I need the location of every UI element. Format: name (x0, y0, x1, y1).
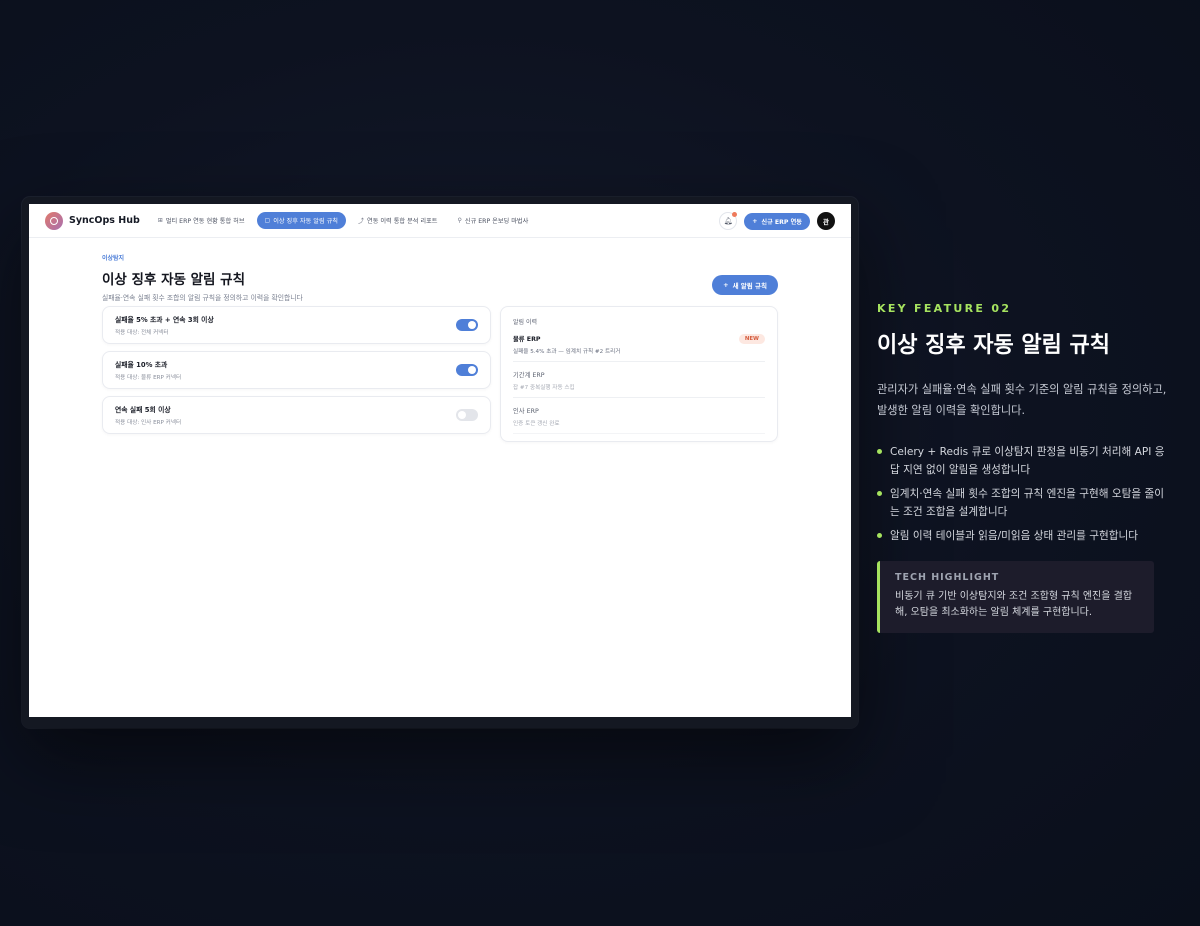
app-screen: SyncOps Hub ⊞ 멀티 ERP 연동 현황 통합 허브 ▢ 이상 징후… (29, 204, 851, 717)
tab-onboarding-wizard[interactable]: ⚲ 신규 ERP 온보딩 마법사 (450, 212, 537, 229)
history-item-name: 인사 ERP (513, 408, 539, 415)
page-title: 이상 징후 자동 알림 규칙 (102, 272, 245, 288)
plus-icon: + (752, 217, 758, 225)
history-item-desc: 실패율 5.4% 초과 — 임계치 규칙 #2 트리거 (513, 349, 621, 355)
page-eyebrow: 이상탐지 (102, 255, 125, 262)
history-item-name: 기간계 ERP (513, 372, 545, 379)
chart-icon: ⤴ (358, 218, 365, 225)
rule-name: 실패율 10% 초과 (115, 361, 168, 369)
notification-dot (732, 212, 738, 217)
history-item-desc: 인증 토큰 갱신 완료 (513, 421, 560, 427)
new-rule-label: 새 알림 규칙 (732, 282, 767, 290)
feature-bullets: Celery + Redis 큐로 이상탐지 판정을 비동기 처리해 API 응… (877, 443, 1167, 545)
tab-history-report[interactable]: ⤴ 연동 이력 통합 분석 리포트 (350, 212, 446, 229)
alert-history-panel: 알림 이력 물류 ERP 실패율 5.4% 초과 — 임계치 규칙 #2 트리거… (500, 306, 778, 442)
history-item[interactable]: 기간계 ERP 잡 #7 중복실행 자동 스킵 (513, 362, 765, 398)
bell-icon: 🔔︎ (723, 217, 733, 225)
rule-toggle[interactable] (456, 409, 478, 421)
page-subtitle: 실패율·연속 실패 횟수 조합의 알림 규칙을 정의하고 이력을 확인합니다 (102, 294, 303, 302)
connect-erp-button[interactable]: + 신규 ERP 연동 (744, 212, 810, 230)
feature-description: 관리자가 실패율·연속 실패 횟수 기준의 알림 규칙을 정의하고, 발생한 알… (877, 383, 1167, 417)
rule-toggle[interactable] (456, 319, 478, 331)
history-item-name: 물류 ERP (513, 336, 541, 343)
tab-anomaly-alert-rules[interactable]: ▢ 이상 징후 자동 알림 규칙 (256, 212, 346, 229)
rule-name: 연속 실패 5회 이상 (115, 406, 171, 414)
feature-bullet: 알림 이력 테이블과 읽음/미읽음 상태 관리를 구현합니다 (877, 527, 1167, 545)
tech-highlight-title: TECH HIGHLIGHT (895, 572, 1000, 583)
brand-logo-icon (45, 211, 63, 230)
rule-toggle[interactable] (456, 364, 478, 376)
feature-bullet: Celery + Redis 큐로 이상탐지 판정을 비동기 처리해 API 응… (877, 443, 1167, 479)
rule-card[interactable]: 실패율 5% 초과 + 연속 3회 이상 적용 대상: 전체 커넥터 (102, 306, 491, 344)
tab-label: 멀티 ERP 연동 현황 통합 허브 (165, 218, 245, 225)
rule-name: 실패율 5% 초과 + 연속 3회 이상 (115, 316, 214, 324)
tab-label: 연동 이력 통합 분석 리포트 (367, 218, 438, 225)
device-frame: SyncOps Hub ⊞ 멀티 ERP 연동 현황 통합 허브 ▢ 이상 징후… (22, 197, 858, 728)
connect-erp-label: 신규 ERP 연동 (761, 218, 802, 226)
nav-actions: 🔔︎ + 신규 ERP 연동 관 (719, 204, 835, 238)
plus-icon: + (723, 281, 729, 289)
grid-icon: ⊞ (157, 217, 163, 224)
page-content: 이상탐지 이상 징후 자동 알림 규칙 실패율·연속 실패 횟수 조합의 알림 … (102, 253, 778, 442)
nav-tabs: ⊞ 멀티 ERP 연동 현황 통합 허브 ▢ 이상 징후 자동 알림 규칙 ⤴ … (150, 212, 537, 229)
notification-button[interactable]: 🔔︎ (719, 212, 738, 230)
message-icon: ▢ (264, 217, 271, 224)
tab-label: 이상 징후 자동 알림 규칙 (273, 218, 338, 225)
rule-target: 적용 대상: 물류 ERP 커넥터 (115, 375, 182, 381)
top-navigation: SyncOps Hub ⊞ 멀티 ERP 연동 현황 통합 허브 ▢ 이상 징후… (29, 204, 851, 238)
history-item-desc: 잡 #7 중복실행 자동 스킵 (513, 385, 575, 391)
tab-erp-hub[interactable]: ⊞ 멀티 ERP 연동 현황 통합 허브 (150, 212, 253, 229)
rule-target: 적용 대상: 인사 ERP 커넥터 (115, 420, 182, 426)
tech-highlight-text: 비동기 큐 기반 이상탐지와 조건 조합형 규칙 엔진을 결합해, 오탐을 최소… (895, 591, 1133, 618)
feature-bullet: 임계치·연속 실패 횟수 조합의 규칙 엔진을 구현해 오탐을 줄이는 조건 조… (877, 485, 1167, 521)
feature-panel: KEY FEATURE 02 이상 징후 자동 알림 규칙 관리자가 실패율·연… (877, 302, 1167, 633)
history-title: 알림 이력 (513, 319, 537, 326)
feature-title: 이상 징후 자동 알림 규칙 (877, 333, 1111, 358)
feature-tag: KEY FEATURE 02 (877, 302, 1012, 315)
new-rule-button[interactable]: + 새 알림 규칙 (712, 275, 778, 295)
tech-highlight: TECH HIGHLIGHT 비동기 큐 기반 이상탐지와 조건 조합형 규칙 … (877, 561, 1154, 633)
rule-list: 실패율 5% 초과 + 연속 3회 이상 적용 대상: 전체 커넥터 실패율 1… (102, 306, 491, 441)
avatar[interactable]: 관 (817, 212, 835, 230)
history-item[interactable]: 물류 ERP 실패율 5.4% 초과 — 임계치 규칙 #2 트리거 NEW (513, 326, 765, 362)
rule-target: 적용 대상: 전체 커넥터 (115, 330, 169, 336)
plug-icon: ⚲ (457, 217, 462, 224)
history-item[interactable]: 인사 ERP 인증 토큰 갱신 완료 (513, 398, 765, 434)
tab-label: 신규 ERP 온보딩 마법사 (464, 218, 529, 225)
brand[interactable]: SyncOps Hub (45, 211, 140, 230)
rule-card[interactable]: 실패율 10% 초과 적용 대상: 물류 ERP 커넥터 (102, 351, 491, 389)
new-badge: NEW (738, 334, 765, 344)
brand-name: SyncOps Hub (69, 215, 140, 226)
rule-card[interactable]: 연속 실패 5회 이상 적용 대상: 인사 ERP 커넥터 (102, 396, 491, 434)
